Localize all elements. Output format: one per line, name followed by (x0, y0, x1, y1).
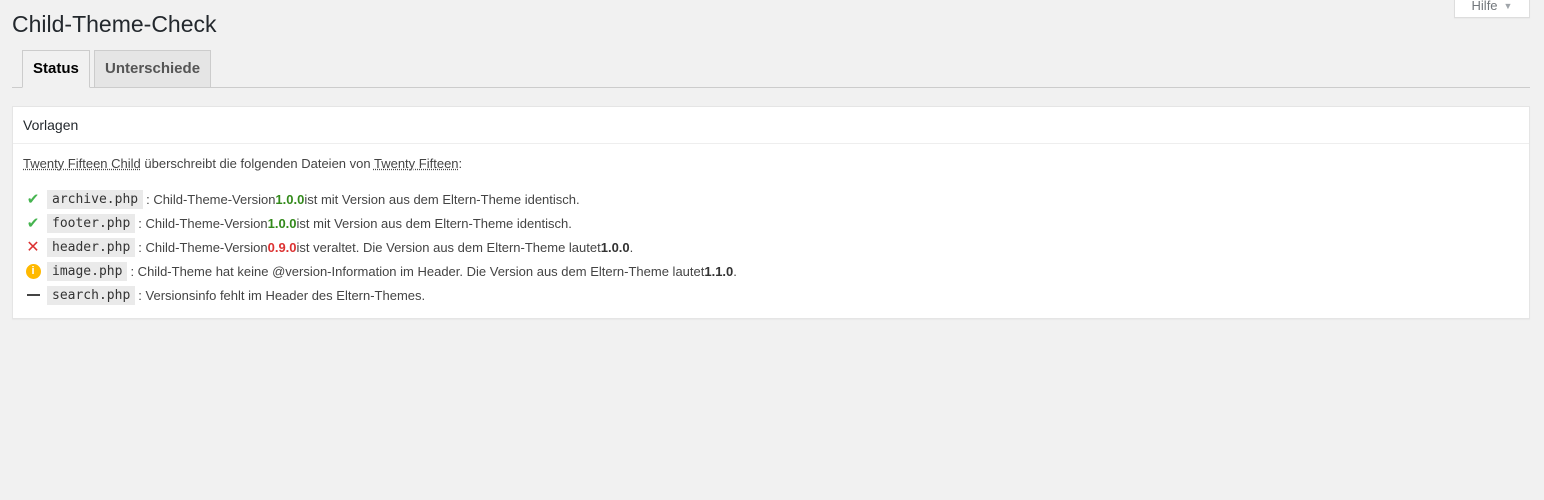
intro-suffix: : (458, 156, 463, 171)
tab-status[interactable]: Status (22, 50, 90, 88)
file-text-before: : Child-Theme hat keine @version-Informa… (130, 263, 705, 279)
tab-bar: Status Unterschiede (12, 50, 1530, 88)
file-text-before: : Child-Theme-Version (138, 239, 268, 255)
file-name: search.php (47, 285, 136, 305)
page: Hilfe ▼ Child-Theme-Check Status Untersc… (0, 0, 1544, 500)
file-text-before: : Versionsinfo fehlt im Header des Elter… (138, 287, 426, 303)
box-content: Twenty Fifteen Child überschreibt die fo… (13, 144, 1529, 307)
cross-icon: ✕ (26, 239, 40, 256)
file-name: archive.php (47, 189, 144, 209)
intro-middle: überschreibt die folgenden Dateien von (140, 156, 374, 171)
list-item: ✔ archive.php : Child-Theme-Version 1.0.… (23, 187, 1519, 211)
file-name: image.php (47, 261, 128, 281)
file-list: ✔ archive.php : Child-Theme-Version 1.0.… (23, 187, 1519, 307)
file-text-before: : Child-Theme-Version (146, 191, 276, 207)
file-text-end: . (629, 239, 634, 255)
triangle-down-icon: ▼ (1503, 0, 1513, 11)
checkmark-icon: ✔ (26, 191, 40, 208)
page-title: Child-Theme-Check (12, 11, 217, 37)
list-item: search.php : Versionsinfo fehlt im Heade… (23, 283, 1519, 307)
file-name: footer.php (47, 213, 136, 233)
list-item: ✕ header.php : Child-Theme-Version 0.9.0… (23, 235, 1519, 259)
list-item: i image.php : Child-Theme hat keine @ver… (23, 259, 1519, 283)
file-text-before: : Child-Theme-Version (138, 215, 268, 231)
file-name: header.php (47, 237, 136, 257)
info-icon: i (23, 261, 43, 281)
child-version: 1.0.0 (275, 191, 305, 207)
parent-version: 1.1.0 (704, 263, 734, 279)
box-title: Vorlagen (13, 107, 1529, 144)
file-text-after: ist veraltet. Die Version aus dem Eltern… (296, 239, 601, 255)
child-version: 1.0.0 (267, 215, 297, 231)
child-version: 0.9.0 (267, 239, 297, 255)
file-text-after: ist mit Version aus dem Eltern-Theme ide… (304, 191, 580, 207)
intro-text: Twenty Fifteen Child überschreibt die fo… (23, 156, 1519, 172)
help-label: Hilfe (1471, 0, 1498, 13)
dash-icon (23, 285, 43, 305)
parent-version: 1.0.0 (600, 239, 630, 255)
tab-unterschiede[interactable]: Unterschiede (94, 50, 212, 88)
file-text-after: ist mit Version aus dem Eltern-Theme ide… (296, 215, 572, 231)
parent-theme-name: Twenty Fifteen (373, 156, 459, 171)
checkmark-icon: ✔ (26, 215, 40, 232)
templates-box: Vorlagen Twenty Fifteen Child überschrei… (12, 106, 1530, 319)
help-tab-button[interactable]: Hilfe ▼ (1454, 0, 1530, 18)
child-theme-name: Twenty Fifteen Child (23, 156, 141, 171)
file-text-end: . (733, 263, 737, 279)
list-item: ✔ footer.php : Child-Theme-Version 1.0.0… (23, 211, 1519, 235)
